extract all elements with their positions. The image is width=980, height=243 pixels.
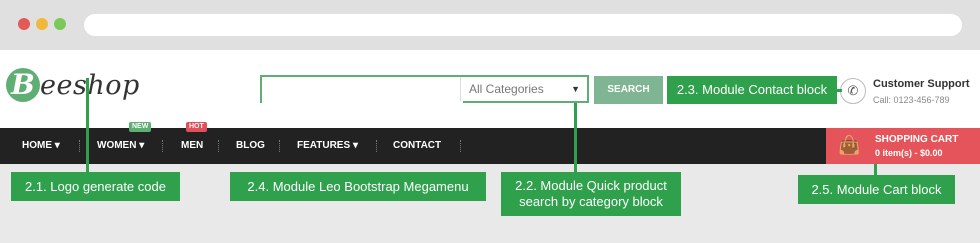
nav-divider [460,140,461,152]
nav-label: CONTACT [393,140,442,151]
callout-cart: 2.5. Module Cart block [798,175,955,204]
shopping-cart[interactable]: 👜 SHOPPING CART 0 item(s) - $0.00 [826,128,980,164]
close-window-icon[interactable] [18,18,30,30]
nav-label: MEN [181,140,204,151]
cart-title: SHOPPING CART [875,134,959,145]
nav-divider [162,140,163,152]
logo[interactable]: B eeshop [6,68,139,110]
search-form: All Categories ▼ [260,75,589,103]
chevron-down-icon: ▾ [139,140,145,151]
search-input[interactable] [262,77,463,103]
shopping-bag-icon: 👜 [838,135,861,155]
callout-connector-cart [874,164,877,175]
logo-text: eeshop [40,70,140,101]
chevron-down-icon: ▼ [571,84,580,94]
nav-item-home[interactable]: HOME ▾ [22,128,60,164]
nav-divider [218,140,219,152]
callout-quick-search: 2.2. Module Quick product search by cate… [501,172,681,216]
support-phone: Call: 0123-456-789 [873,95,950,105]
nav-item-features[interactable]: FEATURES ▾ [297,128,358,164]
customer-support-block: ✆ Customer Support Call: 0123-456-789 [840,76,980,112]
browser-chrome [0,0,980,50]
chevron-down-icon: ▾ [54,140,60,151]
category-select[interactable]: All Categories ▼ [460,77,587,101]
nav-label: WOMEN [97,140,137,151]
support-title: Customer Support [873,78,970,90]
cart-count: 0 item(s) - $0.00 [875,148,943,158]
address-bar[interactable] [84,14,962,36]
callout-quick-search-line-2: search by category block [519,194,663,209]
phone-icon: ✆ [840,78,866,104]
callout-connector-search [574,103,577,172]
callout-logo: 2.1. Logo generate code [11,172,180,201]
new-badge: NEW [129,122,152,132]
nav-label: FEATURES [297,140,351,151]
callout-megamenu: 2.4. Module Leo Bootstrap Megamenu [230,172,486,201]
nav-item-men[interactable]: HOT MEN [181,122,207,164]
nav-divider [279,140,280,152]
nav-divider [376,140,377,152]
nav-item-contact[interactable]: CONTACT [393,128,441,164]
nav-item-blog[interactable]: BLOG [236,128,265,164]
hot-badge: HOT [186,122,207,132]
logo-mark: B [6,68,40,102]
search-button[interactable]: SEARCH [594,76,663,104]
nav-label: BLOG [236,140,265,151]
nav-divider [79,140,80,152]
nav-label: HOME [22,140,52,151]
chevron-down-icon: ▾ [352,140,358,151]
callout-contact: 2.3. Module Contact block [667,76,837,104]
callout-quick-search-line-1: 2.2. Module Quick product [515,178,667,193]
category-select-value: All Categories [469,82,544,96]
maximize-window-icon[interactable] [54,18,66,30]
nav-item-women[interactable]: NEW WOMEN ▾ [97,122,152,164]
callout-connector-logo [86,78,89,172]
minimize-window-icon[interactable] [36,18,48,30]
